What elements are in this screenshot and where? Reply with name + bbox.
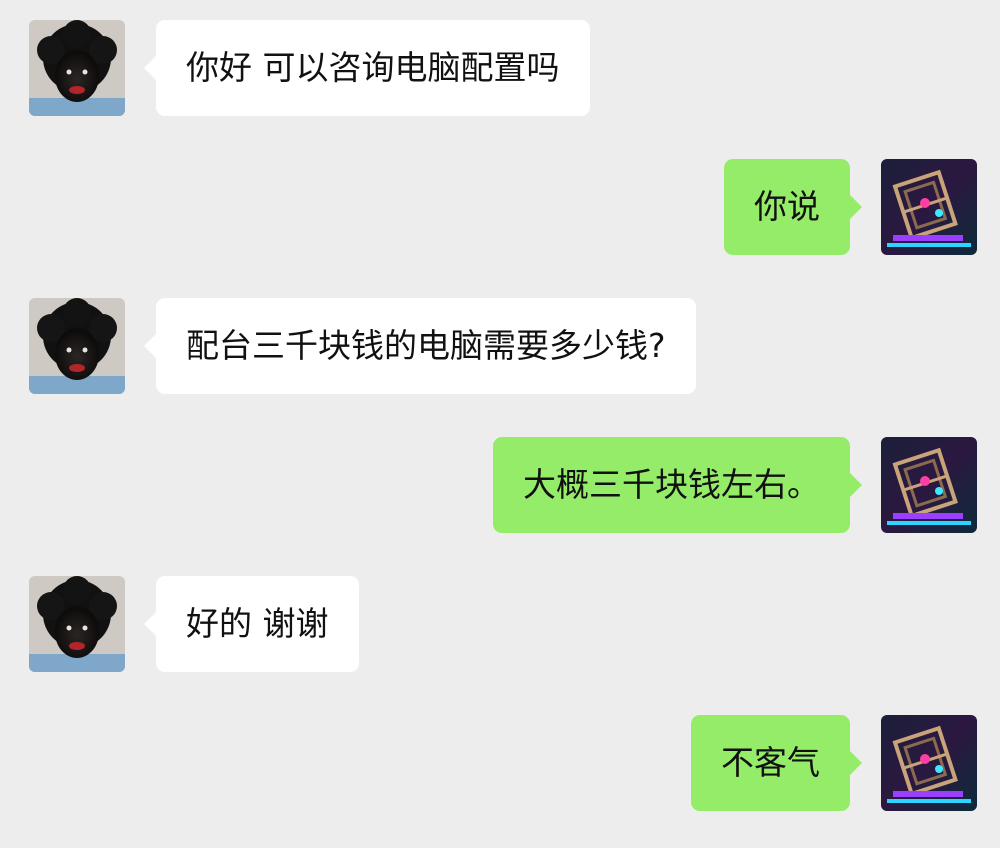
message-text: 你说 (754, 187, 820, 226)
message-bubble-incoming[interactable]: 配台三千块钱的电脑需要多少钱? (144, 298, 696, 394)
message-text: 你好 可以咨询电脑配置吗 (186, 48, 560, 87)
bubble-tail (144, 333, 157, 359)
message-text: 配台三千块钱的电脑需要多少钱? (186, 326, 666, 365)
bubble-tail (849, 194, 862, 220)
user-avatar[interactable] (881, 159, 977, 255)
message-bubble-outgoing[interactable]: 大概三千块钱左右。 (493, 437, 862, 533)
contact-avatar-icon (29, 20, 125, 116)
message-text: 大概三千块钱左右。 (523, 465, 820, 504)
contact-avatar[interactable] (29, 20, 125, 116)
message-bubble-incoming[interactable]: 好的 谢谢 (144, 576, 359, 672)
user-avatar[interactable] (881, 437, 977, 533)
contact-avatar-icon (29, 298, 125, 394)
user-avatar-icon (881, 437, 977, 533)
message-text: 不客气 (721, 743, 820, 782)
user-avatar[interactable] (881, 715, 977, 811)
bubble-tail (849, 472, 862, 498)
bubble-tail (144, 611, 157, 637)
user-avatar-icon (881, 159, 977, 255)
bubble-tail (144, 55, 157, 81)
chat-area[interactable]: 你好 可以咨询电脑配置吗 你说 配台三千块钱的电脑需要多少钱? 大概三千块钱左右… (0, 0, 1000, 848)
bubble-tail (849, 750, 862, 776)
message-bubble-incoming[interactable]: 你好 可以咨询电脑配置吗 (144, 20, 590, 116)
contact-avatar[interactable] (29, 298, 125, 394)
contact-avatar-icon (29, 576, 125, 672)
message-bubble-outgoing[interactable]: 不客气 (691, 715, 862, 811)
message-bubble-outgoing[interactable]: 你说 (724, 159, 862, 255)
message-text: 好的 谢谢 (186, 604, 329, 643)
contact-avatar[interactable] (29, 576, 125, 672)
user-avatar-icon (881, 715, 977, 811)
